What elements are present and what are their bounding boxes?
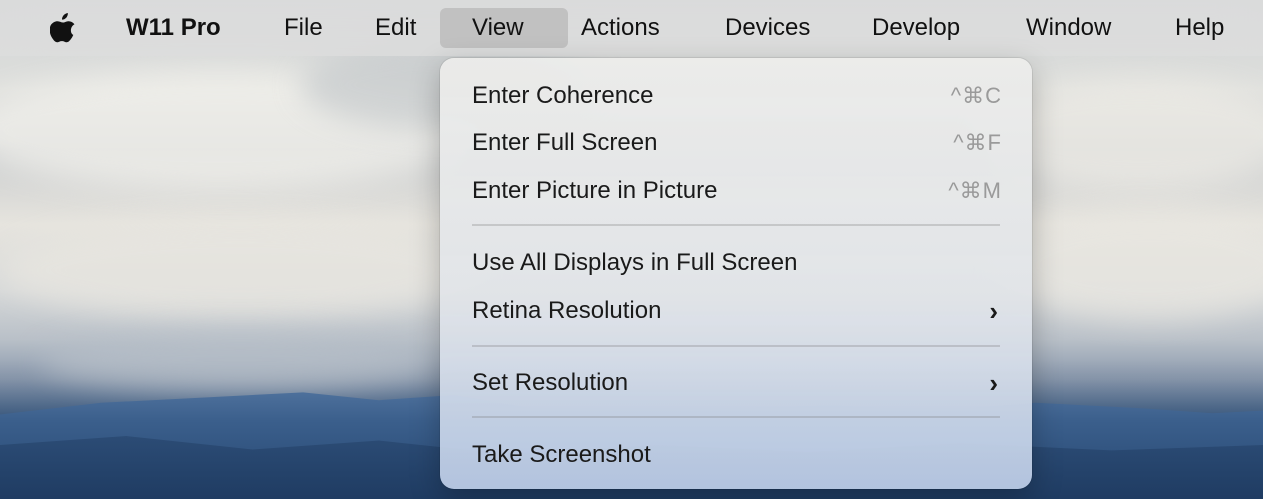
menu-view[interactable]: View (440, 8, 568, 48)
menu-file[interactable]: File (272, 8, 335, 48)
chevron-right-icon: › (989, 296, 998, 326)
menu-item-enter-picture-in-picture[interactable]: Enter Picture in Picture ^⌘M (440, 169, 1032, 213)
menu-edit[interactable]: Edit (363, 8, 428, 48)
menu-item-label: Use All Displays in Full Screen (472, 249, 798, 276)
menu-item-take-screenshot[interactable]: Take Screenshot (440, 433, 1032, 477)
menu-item-label: Set Resolution (472, 369, 629, 396)
menu-item-label: Enter Full Screen (472, 129, 658, 156)
menu-help[interactable]: Help (1163, 8, 1236, 48)
menu-separator (472, 224, 1000, 226)
menu-bar: W11 Pro File Edit View Actions Devices D… (0, 0, 1263, 56)
app-menu-w11-pro[interactable]: W11 Pro (114, 8, 233, 48)
menu-item-enter-full-screen[interactable]: Enter Full Screen ^⌘F (440, 121, 1032, 165)
menu-item-enter-coherence[interactable]: Enter Coherence ^⌘C (440, 74, 1032, 118)
menu-actions[interactable]: Actions (569, 8, 672, 48)
menu-item-label: Take Screenshot (472, 441, 651, 468)
view-menu-dropdown: Enter Coherence ^⌘C Enter Full Screen ^⌘… (440, 58, 1032, 489)
menu-devices[interactable]: Devices (713, 8, 822, 48)
menu-item-label: Enter Coherence (472, 82, 654, 109)
menu-item-use-all-displays[interactable]: Use All Displays in Full Screen (440, 241, 1032, 285)
menu-separator (472, 416, 1000, 418)
menu-item-set-resolution[interactable]: Set Resolution › (440, 361, 1032, 405)
menu-separator (472, 345, 1000, 347)
menu-item-label: Retina Resolution (472, 297, 662, 324)
apple-logo-icon[interactable] (50, 13, 76, 43)
menu-item-retina-resolution[interactable]: Retina Resolution › (440, 289, 1032, 333)
menu-item-label: Enter Picture in Picture (472, 177, 718, 204)
menu-develop[interactable]: Develop (860, 8, 972, 48)
menu-window[interactable]: Window (1014, 8, 1123, 48)
chevron-right-icon: › (989, 368, 998, 398)
keyboard-shortcut: ^⌘M (948, 178, 1002, 203)
keyboard-shortcut: ^⌘C (950, 83, 1002, 108)
keyboard-shortcut: ^⌘F (953, 130, 1002, 155)
